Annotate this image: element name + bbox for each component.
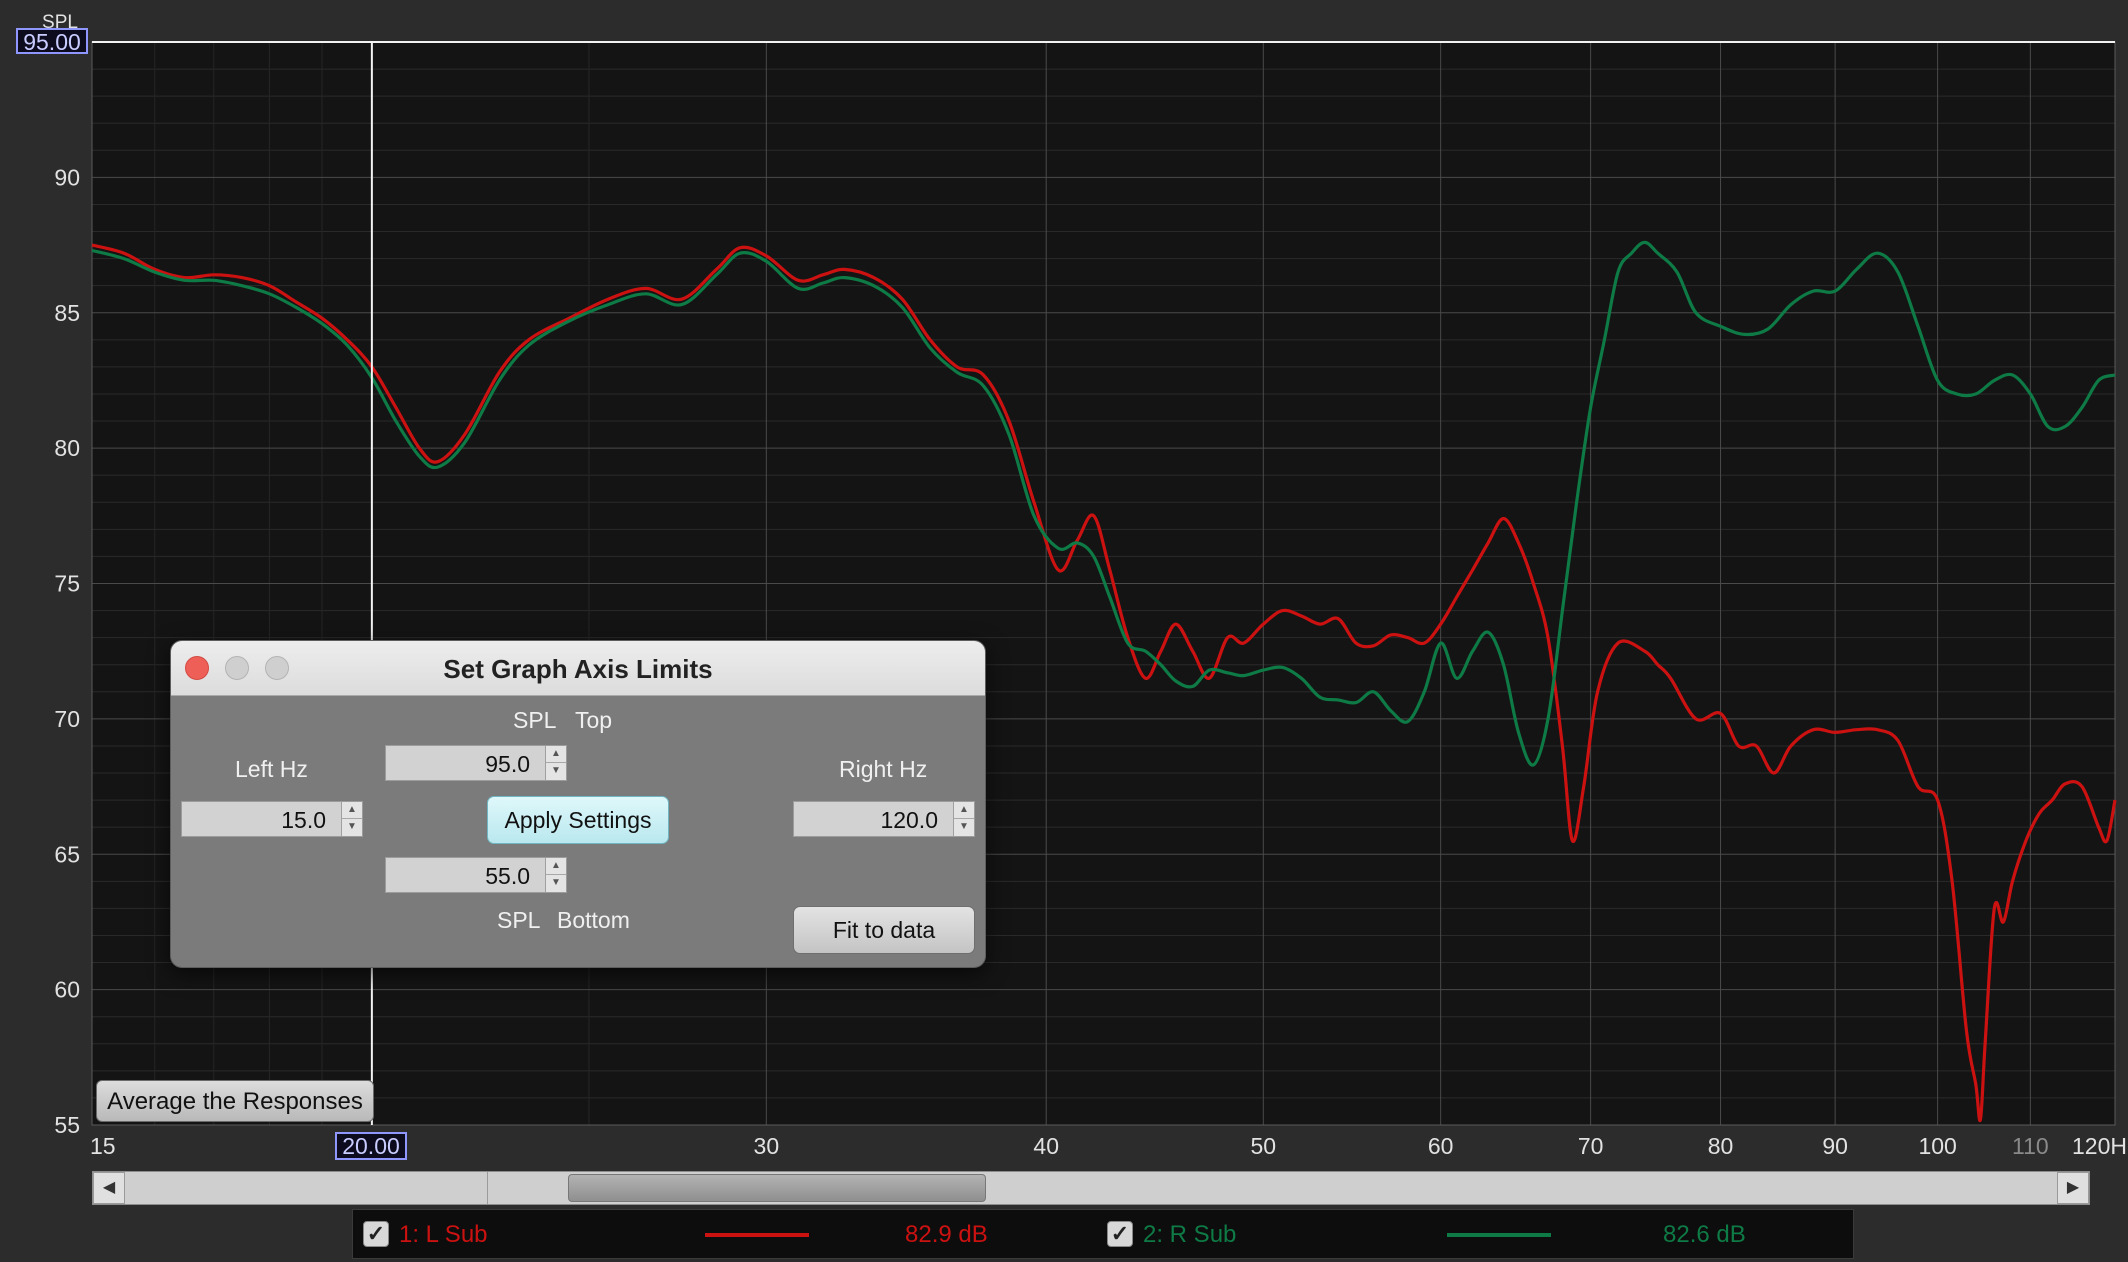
chevron-down-icon[interactable]: ▼ [342,819,362,836]
scroll-left-arrow-icon[interactable]: ◀ [93,1172,125,1204]
legend-checkbox-r-sub[interactable]: ✓ [1107,1221,1133,1247]
legend-item-r-sub: ✓ 2: R Sub 82.6 dB [1101,1210,1841,1260]
scroll-right-arrow-icon[interactable]: ▶ [2057,1172,2089,1204]
y-cursor-readout: 95.00 [23,29,81,55]
y-tick-label: 60 [54,977,80,1003]
chevron-down-icon[interactable]: ▼ [954,819,974,836]
y-tick-label: 80 [54,435,80,461]
chevron-up-icon[interactable]: ▲ [342,802,362,819]
left-hz-value[interactable]: 15.0 [281,807,326,834]
x-tick-label: 100 [1918,1133,1956,1159]
spl-top-label: SPL [513,707,557,733]
y-tick-label: 75 [54,571,80,597]
x-tick-label: 90 [1822,1133,1848,1159]
x-tick-label: 70 [1578,1133,1604,1159]
scroll-thumb[interactable] [568,1174,986,1202]
spl-top-stepper-arrows[interactable]: ▲ ▼ [545,746,566,780]
left-hz-stepper[interactable]: 15.0 ▲ ▼ [181,801,363,837]
chevron-up-icon[interactable]: ▲ [954,802,974,819]
scroll-track-divider [487,1172,488,1204]
horizontal-scrollbar[interactable]: ◀ ▶ [92,1171,2090,1205]
spl-bottom-label-bottom: Bottom [557,907,630,933]
x-tick-label: 15 [90,1133,116,1159]
dialog-title: Set Graph Axis Limits [443,654,713,684]
x-tick-label: 50 [1250,1133,1276,1159]
x-cursor-readout: 20.00 [342,1133,400,1159]
chevron-down-icon[interactable]: ▼ [546,763,566,780]
right-hz-stepper-arrows[interactable]: ▲ ▼ [953,802,974,836]
frequency-response-graph[interactable]: 90 85 80 75 70 65 60 55 15 30 40 50 60 70 80 90 100 110 12… [0,0,2128,1262]
left-hz-stepper-arrows[interactable]: ▲ ▼ [341,802,362,836]
right-hz-value[interactable]: 120.0 [880,807,938,834]
chevron-up-icon[interactable]: ▲ [546,858,566,875]
spl-bottom-stepper[interactable]: 55.0 ▲ ▼ [385,857,567,893]
y-tick-label: 70 [54,706,80,732]
apply-settings-button[interactable]: Apply Settings [487,796,669,844]
left-hz-label: Left Hz [235,756,308,782]
legend-line-swatch [705,1233,809,1237]
x-tick-label: 120H [2072,1133,2127,1159]
average-responses-button[interactable]: Average the Responses [96,1080,374,1122]
legend-bar: ✓ 1: L Sub 82.9 dB ✓ 2: R Sub 82.6 dB [352,1209,1854,1259]
spl-top-value[interactable]: 95.0 [485,751,530,778]
spl-bottom-value[interactable]: 55.0 [485,863,530,890]
chevron-up-icon[interactable]: ▲ [546,746,566,763]
spl-top-label-top: Top [575,707,613,733]
x-tick-label: 60 [1428,1133,1454,1159]
legend-line-swatch [1447,1233,1551,1237]
legend-value: 82.6 dB [1663,1221,1746,1248]
legend-value: 82.9 dB [905,1221,988,1248]
scroll-track[interactable] [125,1172,2057,1204]
chevron-down-icon[interactable]: ▼ [546,875,566,892]
y-tick-label: 90 [54,164,80,190]
y-tick-label: 85 [54,300,80,326]
x-tick-label: 40 [1033,1133,1059,1159]
x-tick-label: 80 [1708,1133,1734,1159]
x-tick-label: 110 [2012,1133,2049,1159]
axis-limits-dialog: Set Graph Axis Limits SPL Top 95.0 ▲ ▼ L… [170,640,986,968]
y-tick-label: 55 [54,1112,80,1138]
spl-bottom-stepper-arrows[interactable]: ▲ ▼ [545,858,566,892]
legend-checkbox-l-sub[interactable]: ✓ [363,1221,389,1247]
y-tick-label: 65 [54,841,80,867]
x-tick-label: 30 [754,1133,780,1159]
fit-to-data-button[interactable]: Fit to data [793,906,975,954]
right-hz-label: Right Hz [839,756,928,782]
spl-bottom-label: SPL [497,907,541,933]
right-hz-stepper[interactable]: 120.0 ▲ ▼ [793,801,975,837]
legend-name: 2: R Sub [1143,1221,1237,1248]
legend-item-l-sub: ✓ 1: L Sub 82.9 dB [353,1210,1093,1260]
legend-name: 1: L Sub [399,1221,488,1248]
spl-top-stepper[interactable]: 95.0 ▲ ▼ [385,745,567,781]
dialog-titlebar[interactable]: Set Graph Axis Limits [171,641,985,696]
